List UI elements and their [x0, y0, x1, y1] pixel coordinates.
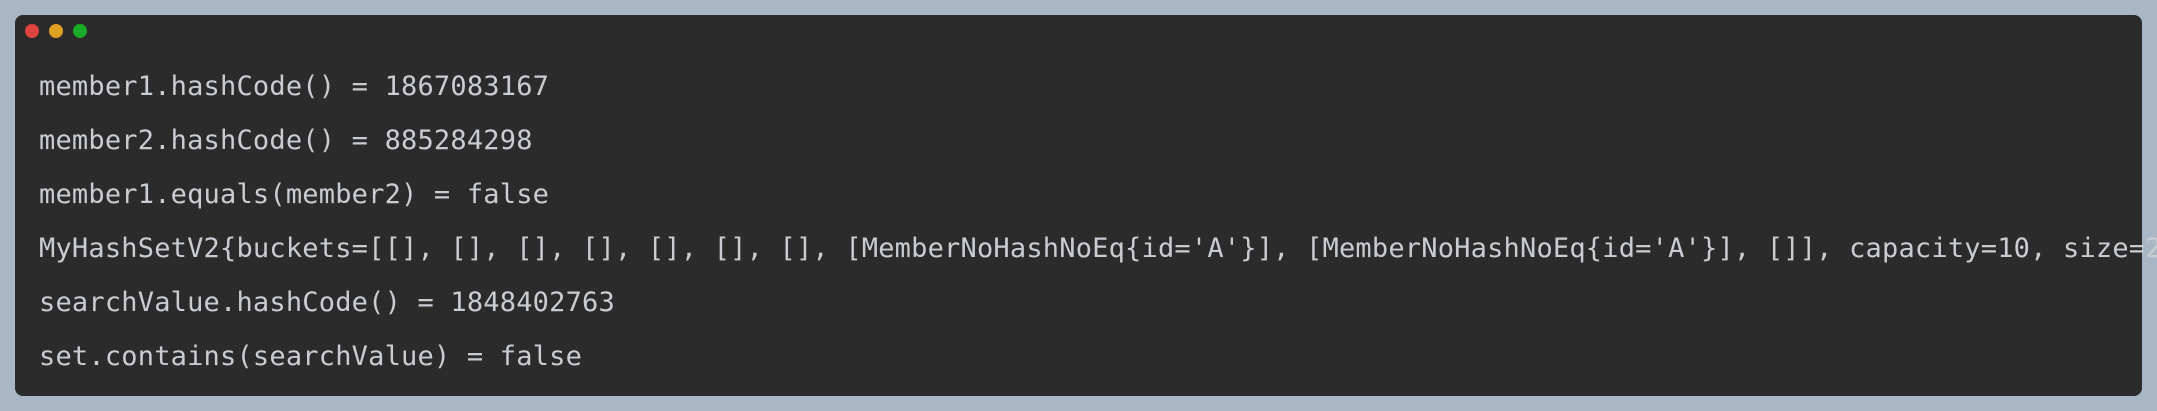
window-controls	[25, 24, 87, 38]
terminal-window: member1.hashCode() = 1867083167 member2.…	[15, 15, 2157, 396]
minimize-dot[interactable]	[49, 24, 63, 38]
console-line: member1.equals(member2) = false	[39, 179, 550, 210]
maximize-dot[interactable]	[73, 24, 87, 38]
console-line: member2.hashCode() = 885284298	[39, 125, 533, 156]
console-output: member1.hashCode() = 1867083167 member2.…	[39, 60, 2157, 384]
console-line: member1.hashCode() = 1867083167	[39, 71, 550, 102]
console-line: set.contains(searchValue) = false	[39, 341, 583, 372]
close-dot[interactable]	[25, 24, 39, 38]
console-line: searchValue.hashCode() = 1848402763	[39, 287, 615, 318]
console-line: MyHashSetV2{buckets=[[], [], [], [], [],…	[39, 233, 2157, 264]
